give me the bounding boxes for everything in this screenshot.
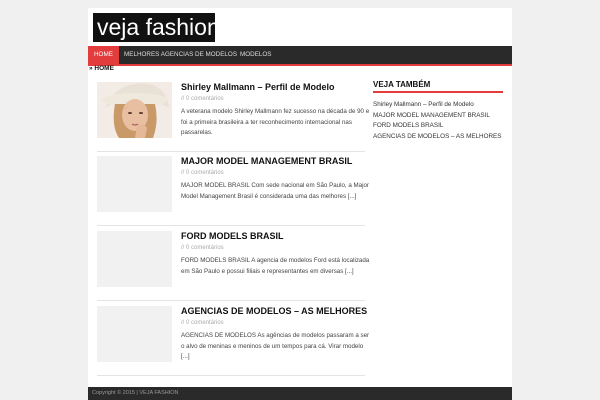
breadcrumb[interactable]: » HOME [89, 65, 114, 72]
post-item: AGENCIAS DE MODELOS – AS MELHORES // 0 c… [97, 306, 369, 372]
sidebar-title-underline [373, 91, 503, 93]
sidebar-link[interactable]: FORD MODELS BRASIL [373, 121, 508, 132]
post-divider [97, 375, 365, 376]
nav-item-modelos[interactable]: MODELOS [234, 46, 278, 64]
nav-item-melhores-agencias[interactable]: MELHORES AGENCIAS DE MODELOS [118, 46, 243, 64]
site-logo-text: veja fashion [97, 14, 220, 40]
post-divider [97, 225, 365, 226]
post-divider [97, 151, 365, 152]
post-title[interactable]: MAJOR MODEL MANAGEMENT BRASIL [181, 156, 371, 166]
post-comments-count[interactable]: // 0 comentários [181, 170, 224, 176]
page-container: veja fashion HOME MELHORES AGENCIAS DE M… [88, 8, 512, 400]
post-item: FORD MODELS BRASIL // 0 comentários FORD… [97, 231, 369, 291]
post-item: MAJOR MODEL MANAGEMENT BRASIL // 0 comen… [97, 156, 369, 216]
model-photo-image [97, 82, 172, 138]
sidebar-link[interactable]: Shirley Mallmann – Perfil de Modelo [373, 100, 508, 111]
site-logo[interactable]: veja fashion [93, 13, 220, 42]
post-comments-count[interactable]: // 0 comentários [181, 96, 224, 102]
post-thumbnail[interactable] [97, 82, 172, 138]
main-nav: HOME MELHORES AGENCIAS DE MODELOS MODELO… [88, 46, 512, 66]
footer-copyright: Copyright © 2015 | VEJA FASHION [92, 390, 179, 396]
post-thumbnail[interactable] [97, 231, 172, 287]
post-comments-count[interactable]: // 0 comentários [181, 245, 224, 251]
post-title[interactable]: Shirley Mallmann – Perfil de Modelo [181, 82, 371, 92]
post-thumbnail[interactable] [97, 306, 172, 362]
site-footer: Copyright © 2015 | VEJA FASHION [88, 387, 512, 400]
nav-item-home[interactable]: HOME [88, 46, 119, 64]
post-divider [97, 300, 365, 301]
post-comments-count[interactable]: // 0 comentários [181, 320, 224, 326]
post-item: Shirley Mallmann – Perfil de Modelo // 0… [97, 82, 369, 142]
post-excerpt: A veterana modelo Shirley Mallmann fez s… [181, 108, 370, 136]
sidebar-link[interactable]: MAJOR MODEL MANAGEMENT BRASIL [373, 111, 508, 122]
sidebar-title: VEJA TAMBÉM [373, 80, 431, 89]
sidebar-link[interactable]: AGENCIAS DE MODELOS – AS MELHORES [373, 132, 508, 143]
post-title[interactable]: FORD MODELS BRASIL [181, 231, 371, 241]
post-excerpt: MAJOR MODEL BRASIL Com sede nacional em … [181, 182, 369, 200]
sidebar-links: Shirley Mallmann – Perfil de Modelo MAJO… [373, 100, 508, 142]
post-thumbnail[interactable] [97, 156, 172, 212]
post-excerpt: FORD MODELS BRASIL A agencia de modelos … [181, 257, 370, 275]
post-title[interactable]: AGENCIAS DE MODELOS – AS MELHORES [181, 306, 371, 316]
post-excerpt: AGENCIAS DE MODELOS As agências de model… [181, 332, 370, 360]
